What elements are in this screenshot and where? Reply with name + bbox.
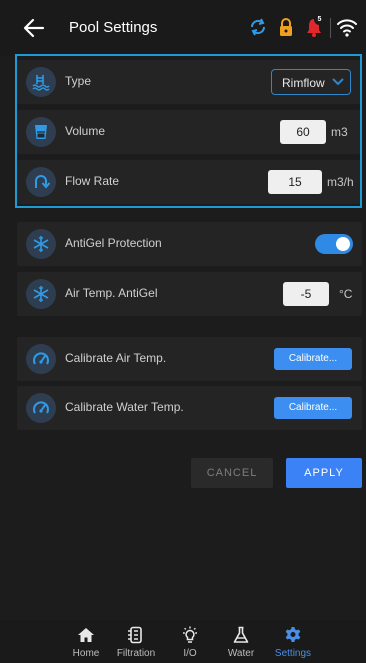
cancel-button[interactable]: CANCEL [191, 458, 273, 488]
type-label: Type [65, 74, 92, 88]
snowflake-icon [33, 286, 49, 302]
volume-row: Volume m3 [17, 110, 360, 154]
type-select[interactable]: Rimflow [271, 69, 351, 95]
page-title: Pool Settings [69, 19, 158, 36]
lightbulb-icon [183, 626, 197, 643]
nav-settings[interactable]: Settings [261, 620, 325, 663]
air-temp-antigel-unit: °C [339, 287, 353, 301]
calibrate-water-row: Calibrate Water Temp. Calibrate... [17, 386, 362, 430]
calibrate-air-row: Calibrate Air Temp. Calibrate... [17, 337, 362, 381]
flow-arrow-icon [35, 175, 50, 189]
volume-input[interactable] [280, 120, 326, 144]
antigel-icon-circle [26, 229, 56, 259]
calibrate-water-label: Calibrate Water Temp. [65, 400, 184, 414]
volume-label: Volume [65, 124, 106, 138]
calibrate-air-icon-circle [26, 344, 56, 374]
sync-icon[interactable] [247, 16, 269, 38]
type-select-value: Rimflow [282, 76, 325, 90]
wifi-icon[interactable] [336, 16, 358, 38]
gauge-icon [33, 352, 49, 365]
water-glass-icon [35, 125, 47, 139]
antigel-protection-label: AntiGel Protection [65, 236, 162, 250]
air-temp-antigel-input[interactable] [283, 282, 329, 306]
app-header: Pool Settings 5 [0, 0, 366, 56]
calibrate-water-icon-circle [26, 393, 56, 423]
gear-icon [285, 627, 301, 642]
flow-rate-label: Flow Rate [65, 174, 120, 188]
pool-ladder-icon [32, 75, 50, 91]
header-divider [330, 18, 331, 38]
antigel-protection-row: AntiGel Protection [17, 222, 362, 266]
home-icon [78, 628, 94, 642]
type-icon-circle [26, 67, 56, 97]
type-row: Type Rimflow [17, 60, 360, 104]
calibrate-air-button[interactable]: Calibrate... [274, 348, 352, 370]
bottom-navigation: Home Filtration I/O Water Settings [0, 620, 366, 663]
gauge-icon [33, 401, 49, 414]
pool-parameters-group: Type Rimflow Volume m3 Flow Rate [15, 54, 362, 208]
calibrate-water-button[interactable]: Calibrate... [274, 397, 352, 419]
antigel-toggle[interactable] [315, 234, 353, 254]
volume-icon-circle [26, 117, 56, 147]
flow-rate-unit: m3/h [327, 175, 354, 189]
air-temp-antigel-label: Air Temp. AntiGel [65, 286, 158, 300]
calibrate-air-label: Calibrate Air Temp. [65, 351, 167, 365]
nav-settings-label: Settings [274, 648, 312, 659]
flask-icon [233, 626, 249, 643]
lock-icon[interactable] [275, 16, 297, 38]
filter-icon [128, 626, 142, 644]
flow-rate-input[interactable] [268, 170, 322, 194]
volume-unit: m3 [331, 125, 348, 139]
notification-badge: 5 [314, 14, 325, 25]
apply-button[interactable]: APPLY [286, 458, 362, 488]
toggle-knob [336, 237, 350, 251]
flow-rate-icon-circle [26, 167, 56, 197]
air-temp-antigel-row: Air Temp. AntiGel °C [17, 272, 362, 316]
chevron-down-icon [332, 78, 344, 86]
back-arrow-icon[interactable] [22, 17, 46, 39]
flow-rate-row: Flow Rate m3/h [17, 160, 360, 204]
snowflake-icon [33, 236, 49, 252]
air-temp-antigel-icon-circle [26, 279, 56, 309]
